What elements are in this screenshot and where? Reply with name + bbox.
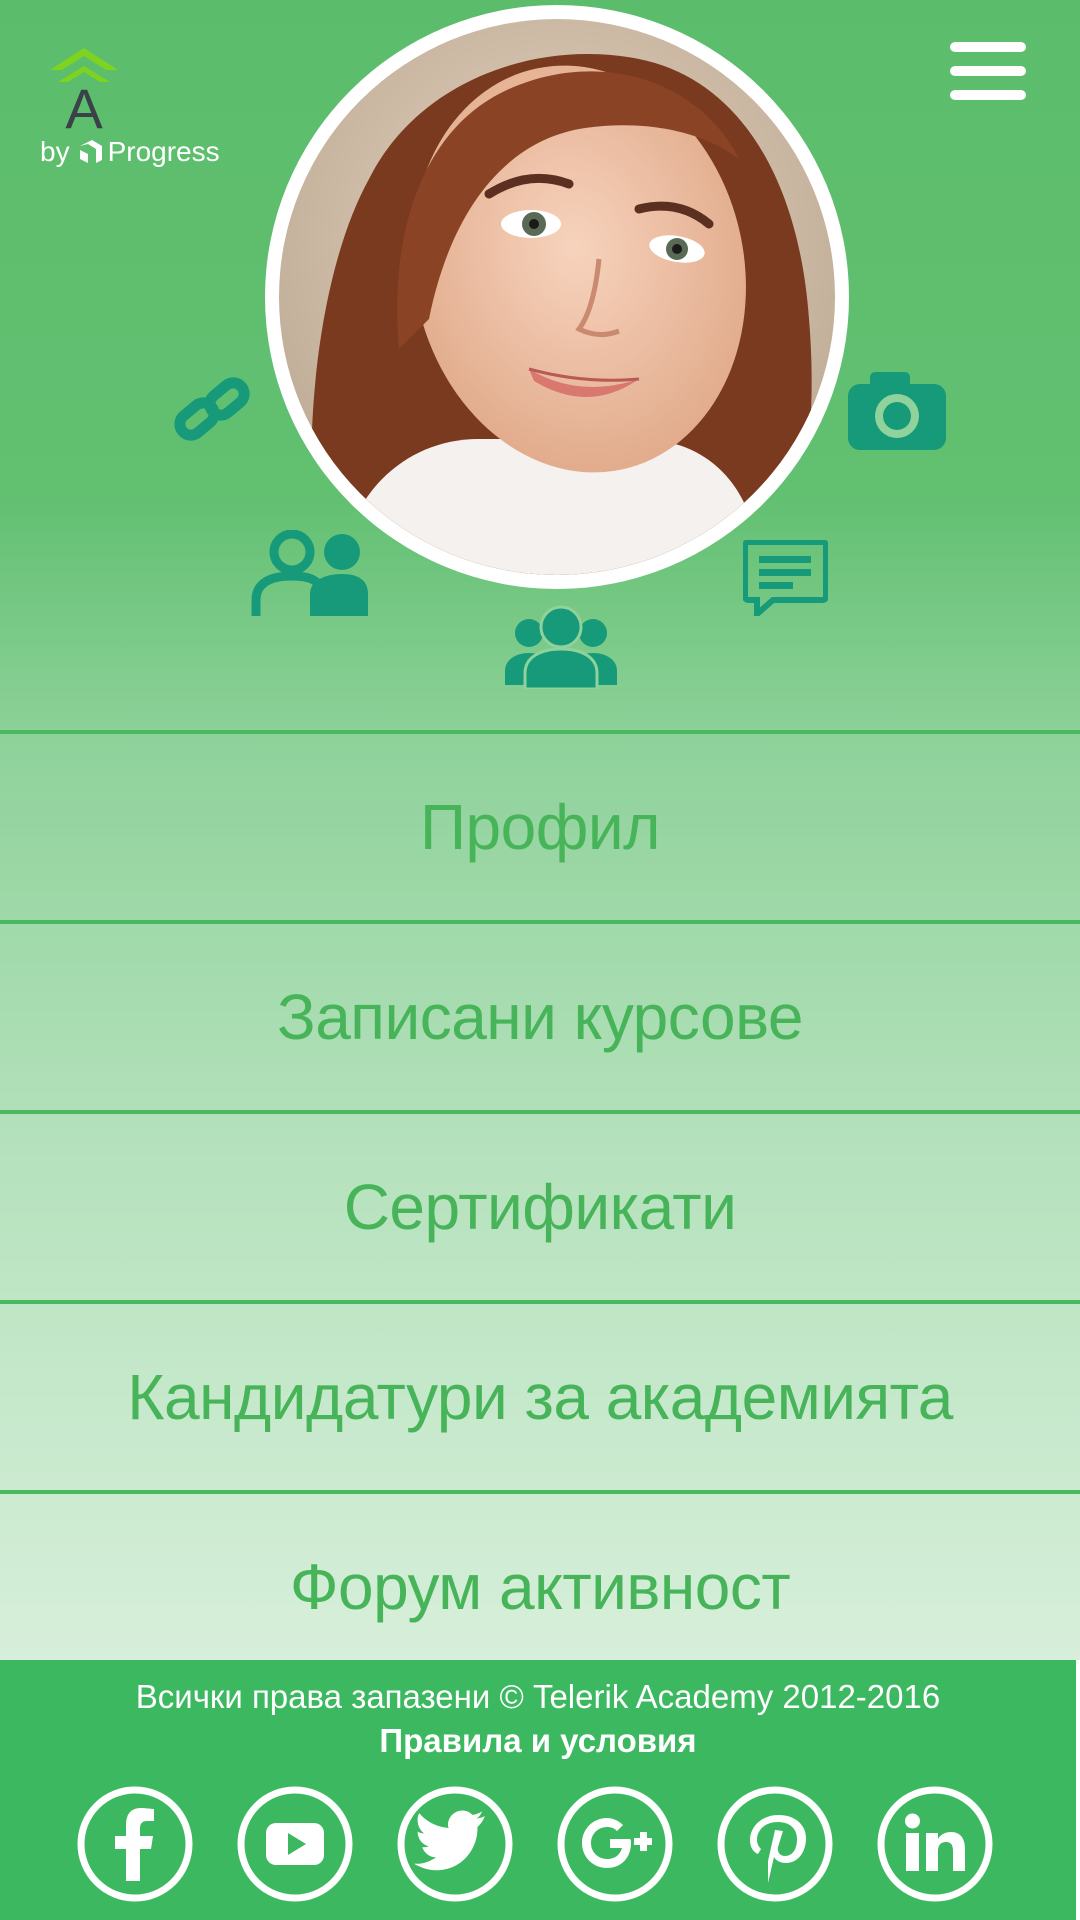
svg-text:A: A: [65, 77, 103, 135]
menu-item-label: Профил: [420, 791, 660, 863]
academy-logo[interactable]: A by Progress: [38, 40, 238, 170]
logo-mark-icon: A: [50, 48, 118, 140]
twitter-icon[interactable]: [396, 1785, 514, 1903]
header-background: A by Progress Профил Записани курсове Се…: [0, 0, 1080, 1660]
linkedin-icon[interactable]: [876, 1785, 994, 1903]
youtube-icon[interactable]: [236, 1785, 354, 1903]
group-icon[interactable]: [505, 605, 617, 689]
pinterest-icon[interactable]: [716, 1785, 834, 1903]
logo-byline: by Progress: [40, 136, 220, 168]
avatar-frame: [265, 5, 849, 589]
profile-menu: Профил Записани курсове Сертификати Канд…: [0, 730, 1080, 1680]
menu-item-label: Сертификати: [343, 1171, 737, 1243]
menu-item-label: Форум активност: [289, 1551, 791, 1623]
copyright-text: Всички права запазени © Telerik Academy …: [135, 1678, 941, 1715]
progress-brand-text: Progress: [107, 136, 220, 167]
menu-item-academy-applications[interactable]: Кандидатури за академията: [0, 1300, 1080, 1490]
menu-hamburger-icon[interactable]: [950, 42, 1026, 102]
camera-icon[interactable]: [848, 370, 946, 450]
google-plus-icon[interactable]: [556, 1785, 674, 1903]
menu-item-enrolled-courses[interactable]: Записани курсове: [0, 920, 1080, 1110]
menu-item-profile[interactable]: Профил: [0, 730, 1080, 920]
message-icon[interactable]: [743, 540, 828, 616]
menu-item-label: Записани курсове: [277, 981, 803, 1053]
menu-item-certificates[interactable]: Сертификати: [0, 1110, 1080, 1300]
users-icon[interactable]: [250, 530, 368, 616]
terms-link[interactable]: Правила и условия: [0, 1722, 1076, 1760]
menu-item-label: Кандидатури за академията: [127, 1361, 953, 1433]
profile-photo[interactable]: [279, 19, 835, 575]
progress-logo-icon: [79, 140, 102, 163]
link-icon[interactable]: [170, 370, 254, 450]
facebook-icon[interactable]: [76, 1785, 194, 1903]
menu-item-forum-activity[interactable]: Форум активност: [0, 1490, 1080, 1680]
profile-photo-image: [279, 19, 835, 575]
footer: Всички права запазени © Telerik Academy …: [0, 1660, 1080, 1920]
by-text: by: [40, 136, 70, 167]
